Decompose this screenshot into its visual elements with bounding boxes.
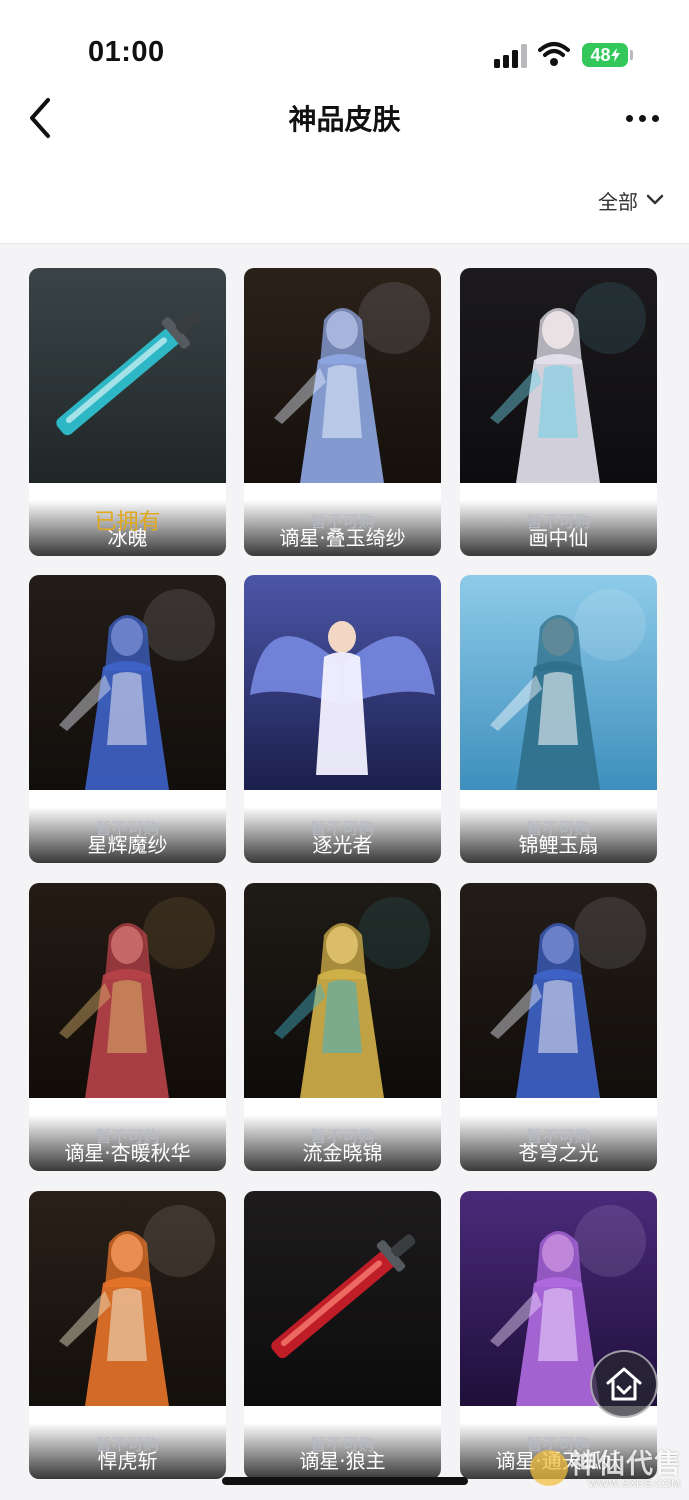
skin-artwork	[460, 268, 657, 483]
skin-artwork	[244, 575, 441, 790]
skin-artwork	[29, 268, 226, 483]
skin-artwork	[29, 575, 226, 790]
skin-artwork	[460, 575, 657, 790]
skin-status: 暂不可购	[95, 818, 160, 838]
skin-status: 暂不可购	[526, 818, 591, 838]
chevron-down-icon	[646, 194, 664, 205]
skin-card[interactable]: 星辉魔纱 暂不可购	[29, 575, 226, 863]
skin-image	[29, 1191, 226, 1406]
skin-card[interactable]: 谪星·杏暖秋华 暂不可购	[29, 883, 226, 1171]
skin-card[interactable]: 画中仙 暂不可购	[460, 268, 657, 556]
home-indicator	[222, 1477, 468, 1485]
skin-artwork	[244, 883, 441, 1098]
skin-status: 暂不可购	[310, 1434, 375, 1454]
charging-bolt-icon	[610, 48, 620, 62]
skin-card[interactable]: 逐光者 暂不可购	[244, 575, 441, 863]
skin-image	[29, 575, 226, 790]
skin-artwork	[29, 1191, 226, 1406]
battery-tip	[630, 50, 633, 60]
skin-status: 暂不可购	[310, 818, 375, 838]
skin-image	[29, 268, 226, 483]
skin-artwork	[244, 268, 441, 483]
cellular-signal-icon	[494, 44, 528, 68]
skin-card[interactable]: 谪星·叠玉绮纱 暂不可购	[244, 268, 441, 556]
skin-status: 暂不可购	[310, 511, 375, 531]
skin-status: 暂不可购	[95, 1434, 160, 1454]
filter-label: 全部	[598, 189, 638, 214]
page-title: 神品皮肤	[288, 103, 401, 136]
watermark-logo-icon	[530, 1450, 568, 1486]
skin-image	[244, 575, 441, 790]
skin-image	[460, 268, 657, 483]
skin-status: 暂不可购	[310, 1126, 375, 1146]
top-bar: 01:00 48 神品皮肤 全部	[0, 0, 689, 244]
skin-image	[460, 883, 657, 1098]
skin-image	[460, 575, 657, 790]
more-button[interactable]	[620, 108, 664, 128]
filter-dropdown[interactable]: 全部	[598, 184, 664, 216]
battery-level: 48	[590, 44, 611, 65]
skin-artwork	[460, 883, 657, 1098]
more-dot-icon	[625, 114, 633, 122]
skin-card[interactable]: 锦鲤玉扇 暂不可购	[460, 575, 657, 863]
skin-card[interactable]: 冰魄 已拥有	[29, 268, 226, 556]
watermark-text: 神仙代售	[570, 1449, 682, 1480]
skin-image	[244, 268, 441, 483]
home-float-button[interactable]	[590, 1350, 658, 1418]
skin-image	[29, 883, 226, 1098]
skin-artwork	[244, 1191, 441, 1406]
skin-status: 已拥有	[94, 509, 161, 535]
skin-status: 暂不可购	[526, 1126, 591, 1146]
skin-card[interactable]: 谪星·狼主 暂不可购	[244, 1191, 441, 1479]
skin-status: 暂不可购	[526, 511, 591, 531]
wifi-icon	[538, 42, 570, 66]
skin-image	[244, 883, 441, 1098]
more-dot-icon	[651, 114, 659, 122]
watermark-url: WWW.SXDS.COM	[588, 1478, 681, 1490]
more-dot-icon	[638, 114, 646, 122]
skin-artwork	[29, 883, 226, 1098]
skin-image	[244, 1191, 441, 1406]
skin-card[interactable]: 苍穹之光 暂不可购	[460, 883, 657, 1171]
status-time: 01:00	[88, 36, 165, 68]
skin-status: 暂不可购	[95, 1126, 160, 1146]
skin-card[interactable]: 悍虎斩 暂不可购	[29, 1191, 226, 1479]
battery-indicator: 48	[582, 43, 628, 67]
watermark: 神仙代售 WWW.SXDS.COM	[528, 1440, 683, 1498]
skin-card[interactable]: 谪星·通天狐妖 暂不可购	[460, 1191, 657, 1479]
skin-card[interactable]: 流金晓锦 暂不可购	[244, 883, 441, 1171]
home-icon	[606, 1367, 642, 1401]
